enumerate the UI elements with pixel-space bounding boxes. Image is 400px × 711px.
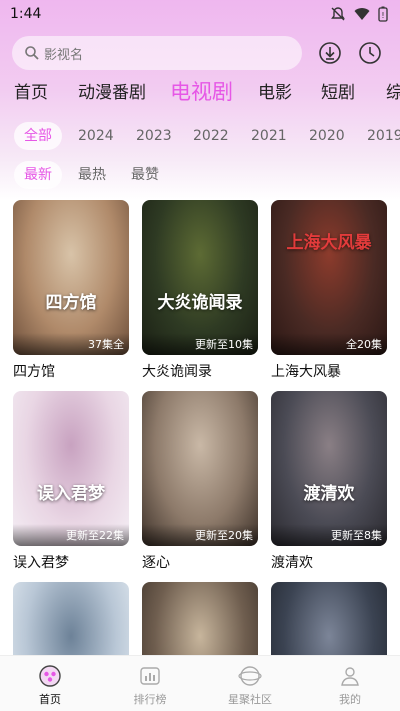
sort-filter-most-liked[interactable]: 最赞 <box>121 161 169 189</box>
nav-ranking[interactable]: 排行榜 <box>100 656 200 711</box>
search-placeholder: 影视名 <box>44 47 84 63</box>
show-name[interactable]: 上海大风暴 <box>271 361 387 381</box>
community-icon <box>238 666 262 686</box>
show-name[interactable]: 逐心 <box>142 552 258 572</box>
poster-art <box>13 582 129 655</box>
show-card[interactable]: 上海大风暴 全20集 上海大风暴 <box>271 200 387 381</box>
ranking-icon <box>140 667 160 685</box>
tab-home[interactable]: 首页 <box>14 78 48 108</box>
episode-badge: 全20集 <box>271 333 387 355</box>
episode-badge: 更新至20集 <box>142 524 258 546</box>
download-icon <box>319 42 341 64</box>
show-grid: 四方馆 37集全 四方馆 大炎诡闻录 更新至10集 大炎诡闻录 上海大风暴 全20集 … <box>0 200 400 655</box>
show-card[interactable]: 更新至20集 逐心 <box>142 391 258 572</box>
poster-art <box>271 200 387 355</box>
show-card[interactable] <box>142 582 258 655</box>
sort-filter-row: 最新 最热 最赞 <box>0 161 400 189</box>
poster-title: 渡清欢 <box>303 484 355 504</box>
download-button[interactable] <box>318 41 342 65</box>
show-name[interactable]: 四方馆 <box>13 361 129 381</box>
show-name[interactable]: 大炎诡闻录 <box>142 361 258 381</box>
episode-badge: 更新至22集 <box>13 524 129 546</box>
history-button[interactable] <box>358 41 382 65</box>
show-poster[interactable] <box>142 582 258 655</box>
status-bar: 1:44 ! <box>0 0 400 28</box>
episode-badge: 更新至8集 <box>271 524 387 546</box>
show-poster[interactable]: 更新至20集 <box>142 391 258 546</box>
show-poster[interactable] <box>13 582 129 655</box>
show-poster[interactable]: 渡清欢更新至8集 <box>271 391 387 546</box>
show-card[interactable]: 误入君梦 更新至22集 误入君梦 <box>13 391 129 572</box>
search-row: 影视名 <box>12 36 392 70</box>
poster-title: 四方馆 <box>45 293 97 313</box>
nav-profile-label: 我的 <box>339 693 361 706</box>
year-filter-2024[interactable]: 2024 <box>68 122 124 150</box>
show-poster[interactable] <box>271 582 387 655</box>
nav-community[interactable]: 星聚社区 <box>200 656 300 711</box>
poster-title: 上海大风暴 <box>286 233 372 253</box>
category-tabs: 首页 动漫番剧 电视剧 电影 短剧 综 <box>0 78 400 108</box>
poster-art <box>13 391 129 546</box>
status-time: 1:44 <box>10 6 42 22</box>
nav-home[interactable]: 首页 <box>0 656 100 711</box>
show-poster[interactable]: 大炎诡闻录更新至10集 <box>142 200 258 355</box>
year-filter-2019[interactable]: 2019 <box>357 122 400 150</box>
poster-art <box>13 200 129 355</box>
tab-anime[interactable]: 动漫番剧 <box>78 78 146 108</box>
year-filter-2022[interactable]: 2022 <box>183 122 239 150</box>
episode-badge: 37集全 <box>13 333 129 355</box>
year-filter-2023[interactable]: 2023 <box>126 122 182 150</box>
svg-text:!: ! <box>381 11 384 20</box>
search-input[interactable]: 影视名 <box>12 36 302 70</box>
poster-title: 大炎诡闻录 <box>157 293 243 313</box>
year-filter-2020[interactable]: 2020 <box>299 122 355 150</box>
nav-ranking-label: 排行榜 <box>133 693 167 706</box>
show-card[interactable]: 渡清欢 更新至8集 渡清欢 <box>271 391 387 572</box>
tab-movies[interactable]: 电影 <box>258 78 292 108</box>
show-poster[interactable]: 上海大风暴全20集 <box>271 200 387 355</box>
show-poster[interactable]: 四方馆 37集全 <box>13 200 129 355</box>
wifi-icon <box>354 8 370 20</box>
notifications-off-icon <box>331 7 345 21</box>
battery-icon: ! <box>378 6 388 22</box>
show-poster[interactable]: 误入君梦更新至22集 <box>13 391 129 546</box>
sort-filter-latest[interactable]: 最新 <box>14 161 62 189</box>
nav-profile[interactable]: 我的 <box>300 656 400 711</box>
show-card[interactable] <box>13 582 129 655</box>
poster-art <box>142 582 258 655</box>
year-filter-2021[interactable]: 2021 <box>241 122 297 150</box>
poster-art <box>271 391 387 546</box>
tab-short-drama[interactable]: 短剧 <box>321 78 355 108</box>
status-icons: ! <box>330 6 388 22</box>
show-card[interactable]: 四方馆 37集全 四方馆 <box>13 200 129 381</box>
show-card[interactable] <box>271 582 387 655</box>
tab-tv-series[interactable]: 电视剧 <box>170 78 233 108</box>
show-card[interactable]: 大炎诡闻录 更新至10集 大炎诡闻录 <box>142 200 258 381</box>
poster-art <box>142 200 258 355</box>
year-filter-all[interactable]: 全部 <box>14 122 62 150</box>
poster-art <box>142 391 258 546</box>
episode-badge: 更新至10集 <box>142 333 258 355</box>
show-name[interactable]: 误入君梦 <box>13 552 129 572</box>
home-icon <box>39 665 61 687</box>
show-name[interactable]: 渡清欢 <box>271 552 387 572</box>
nav-home-label: 首页 <box>39 693 61 706</box>
poster-art <box>271 582 387 655</box>
sort-filter-hottest[interactable]: 最热 <box>68 161 116 189</box>
search-icon <box>25 46 39 60</box>
bottom-navigation: 首页 排行榜 星聚社区 我的 <box>0 655 400 711</box>
profile-icon <box>341 667 359 686</box>
year-filter-row: 全部 2024 2023 2022 2021 2020 2019 <box>0 122 400 152</box>
poster-title: 误入君梦 <box>37 484 105 504</box>
nav-community-label: 星聚社区 <box>228 693 272 706</box>
history-icon <box>359 42 381 64</box>
tab-variety[interactable]: 综 <box>386 78 400 108</box>
